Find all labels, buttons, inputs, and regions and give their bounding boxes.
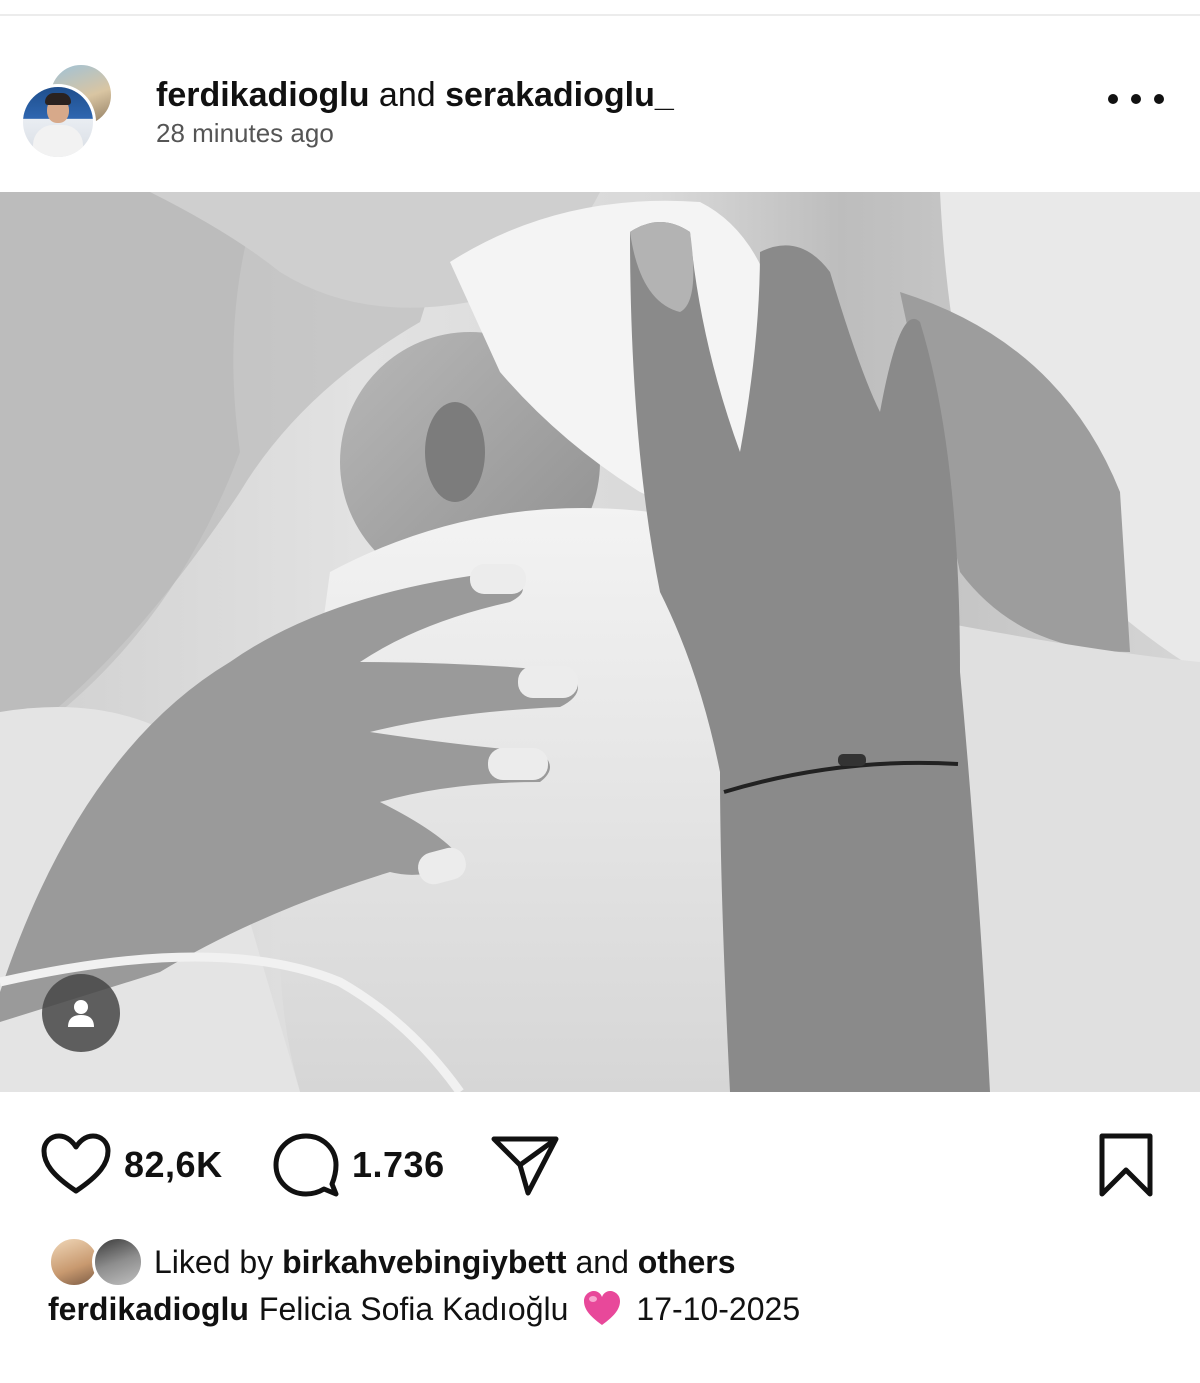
- caption-date: 17-10-2025: [636, 1290, 801, 1327]
- author-username-1[interactable]: ferdikadioglu: [156, 76, 369, 114]
- caption-username[interactable]: ferdikadioglu: [48, 1291, 249, 1328]
- post-authors: ferdikadioglu and serakadioglu_: [156, 76, 674, 114]
- tagged-people-icon[interactable]: [42, 974, 120, 1052]
- post-caption: ferdikadioglu Felicia Sofia Kadıoğlu 17-…: [48, 1290, 800, 1328]
- top-divider: [0, 14, 1200, 16]
- like-button[interactable]: 82,6K: [40, 1130, 223, 1200]
- likes-count[interactable]: 82,6K: [124, 1144, 223, 1186]
- comments-count[interactable]: 1.736: [352, 1144, 445, 1186]
- liked-by-row[interactable]: Liked by birkahvebingiybett and others: [48, 1234, 736, 1290]
- bookmark-icon: [1099, 1133, 1153, 1197]
- pink-heart-icon: [584, 1291, 621, 1325]
- post-header: ferdikadioglu and serakadioglu_ 28 minut…: [0, 40, 1200, 180]
- author-and: and: [378, 76, 436, 114]
- post-photo[interactable]: [0, 192, 1200, 1092]
- liked-by-prefix: Liked by: [154, 1243, 274, 1280]
- heart-icon: [41, 1133, 111, 1194]
- save-button[interactable]: [1098, 1130, 1154, 1200]
- liked-by-others[interactable]: others: [638, 1244, 736, 1280]
- collab-avatars[interactable]: [20, 62, 120, 162]
- author-username-2[interactable]: serakadioglu_: [445, 76, 674, 114]
- liked-by-text: Liked by birkahvebingiybett and others: [154, 1244, 736, 1281]
- comment-button[interactable]: 1.736: [272, 1130, 445, 1200]
- share-button[interactable]: [490, 1130, 560, 1200]
- share-icon: [491, 1136, 559, 1196]
- more-options-icon[interactable]: [1108, 84, 1164, 114]
- avatar-primary[interactable]: [20, 84, 96, 160]
- liker-avatars[interactable]: [48, 1234, 144, 1290]
- liked-by-user[interactable]: birkahvebingiybett: [282, 1244, 567, 1280]
- caption-text: Felicia Sofia Kadıoğlu: [258, 1290, 569, 1327]
- photo-illustration: [0, 192, 1200, 1092]
- liker-avatar-2[interactable]: [92, 1236, 144, 1288]
- comment-icon: [273, 1133, 339, 1197]
- post-timestamp: 28 minutes ago: [156, 118, 334, 148]
- liked-by-conj: and: [575, 1243, 629, 1280]
- post-actions: 82,6K 1.736: [0, 1120, 1200, 1210]
